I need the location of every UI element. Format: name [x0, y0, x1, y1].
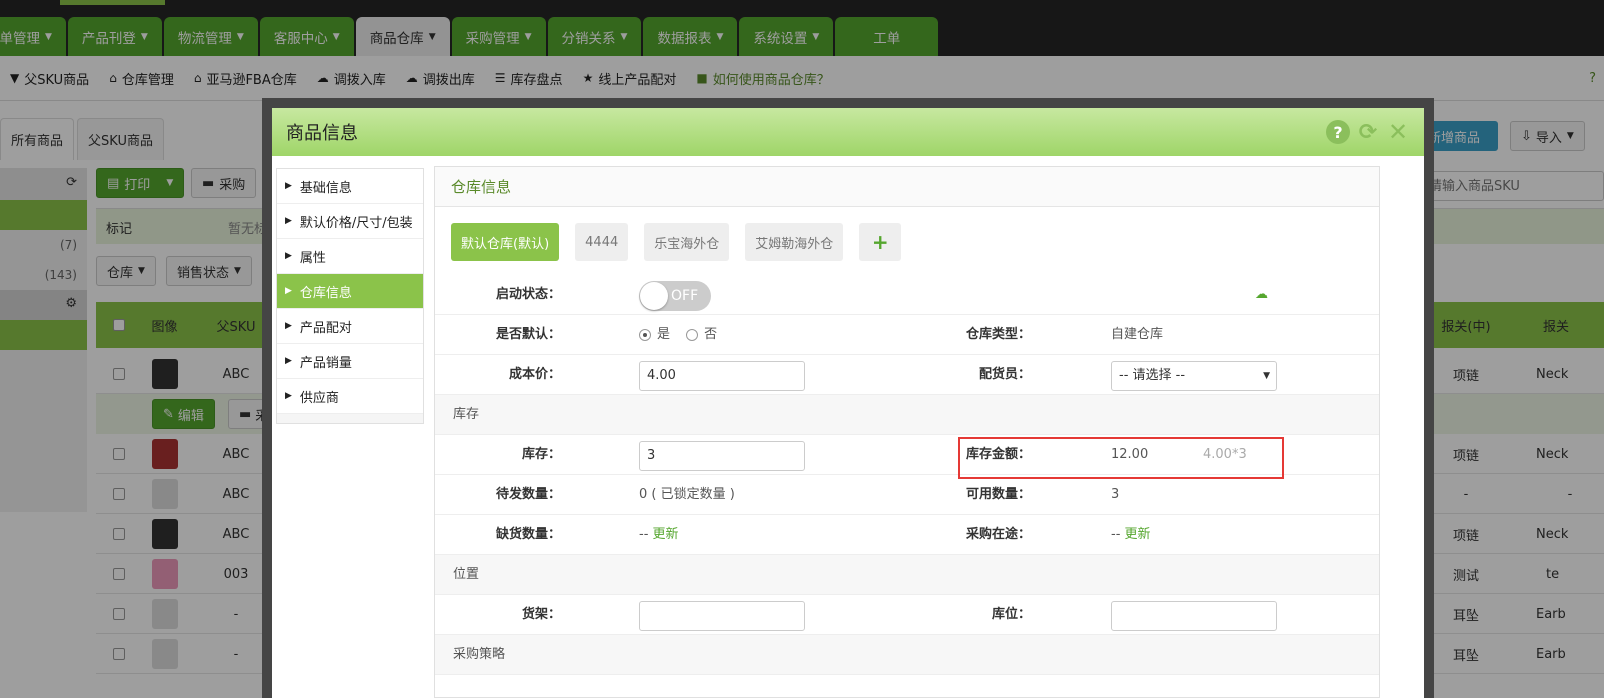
warehouse-tabs: 默认仓库(默认) 4444 乐宝海外仓 艾姆勒海外仓 +	[451, 223, 917, 261]
in-transit-label: 采购在途：	[965, 527, 1031, 542]
warehouse-info-panel: 仓库信息 默认仓库(默认) 4444 乐宝海外仓 艾姆勒海外仓 + 启动状态： …	[434, 166, 1380, 698]
question-icon[interactable]: ?	[1326, 120, 1350, 144]
stock-section-title: 库存	[435, 395, 1379, 435]
in-transit-value: -- 更新	[1111, 527, 1151, 542]
pending-qty-label: 待发数量：	[495, 487, 561, 502]
modal-header: 商品信息 ? ⟳ ✕	[272, 108, 1424, 156]
shortage-qty-label: 缺货数量：	[495, 527, 561, 542]
stock-label: 库存：	[521, 447, 561, 462]
shelf-label: 货架：	[521, 607, 561, 622]
warehouse-type-value: 自建仓库	[1111, 327, 1164, 342]
caret-right-icon: ▶	[285, 321, 292, 331]
available-qty-value: 3	[1111, 487, 1120, 502]
enable-status-label: 启动状态：	[495, 287, 561, 302]
nav-product-pairing[interactable]: ▶ 产品配对	[277, 309, 423, 344]
close-icon[interactable]: ✕	[1386, 118, 1410, 146]
warehouse-tab-lebao[interactable]: 乐宝海外仓	[644, 223, 730, 261]
nav-supplier[interactable]: ▶ 供应商	[277, 379, 423, 414]
nav-attributes[interactable]: ▶ 属性	[277, 239, 423, 274]
caret-right-icon: ▶	[285, 216, 292, 226]
is-default-label: 是否默认：	[495, 327, 561, 342]
cost-price-label: 成本价：	[508, 367, 561, 382]
warehouse-tab-4444[interactable]: 4444	[575, 223, 629, 261]
is-default-radios: 是 否	[639, 315, 717, 355]
highlight-box	[958, 437, 1284, 479]
stock-input[interactable]: 3	[639, 441, 805, 471]
bin-input[interactable]	[1111, 601, 1277, 631]
caret-right-icon: ▶	[285, 391, 292, 401]
radio-yes[interactable]	[639, 328, 651, 341]
add-warehouse-button[interactable]: +	[859, 223, 902, 261]
nav-basic-info[interactable]: ▶ 基础信息	[277, 169, 423, 204]
caret-right-icon: ▶	[285, 286, 292, 296]
picker-select[interactable]: -- 请选择 -- ▼	[1111, 361, 1277, 391]
modal-title: 商品信息	[286, 123, 358, 144]
shortage-qty-value: -- 更新	[639, 527, 679, 542]
cloud-upload-icon: ☁	[1255, 287, 1268, 302]
warehouse-tab-default[interactable]: 默认仓库(默认)	[451, 223, 560, 261]
picker-label: 配货员：	[978, 367, 1031, 382]
caret-down-icon: ▼	[1263, 371, 1270, 381]
in-transit-update-link[interactable]: 更新	[1125, 527, 1151, 542]
caret-right-icon: ▶	[285, 356, 292, 366]
nav-default-price[interactable]: ▶ 默认价格/尺寸/包装	[277, 204, 423, 239]
location-section-title: 位置	[435, 555, 1379, 595]
radio-no[interactable]	[686, 328, 699, 341]
available-qty-label: 可用数量：	[965, 487, 1031, 502]
bin-label: 库位：	[991, 607, 1031, 622]
warehouse-tab-aimule[interactable]: 艾姆勒海外仓	[745, 223, 844, 261]
nav-product-sales[interactable]: ▶ 产品销量	[277, 344, 423, 379]
section-title: 仓库信息	[435, 167, 1379, 207]
shortage-update-link[interactable]: 更新	[653, 527, 679, 542]
import-existing-info-link[interactable]: ☁	[1255, 275, 1272, 315]
modal-left-nav: ▶ 基础信息 ▶ 默认价格/尺寸/包装 ▶ 属性 ▶ 仓库信息 ▶ 产品配对 ▶ 产品销量 …	[276, 168, 424, 424]
caret-right-icon: ▶	[285, 251, 292, 261]
warehouse-type-label: 仓库类型：	[965, 327, 1031, 342]
refresh-icon[interactable]: ⟳	[1356, 120, 1380, 145]
nav-warehouse-info[interactable]: ▶ 仓库信息	[277, 274, 423, 309]
enable-status-toggle[interactable]: OFF	[639, 281, 711, 311]
product-info-modal: 商品信息 ? ⟳ ✕ ▶ 基础信息 ▶ 默认价格/尺寸/包装 ▶ 属性 ▶ 仓库信息 ▶…	[272, 108, 1424, 698]
pending-qty-value: 0 ( 已锁定数量 )	[639, 487, 735, 502]
cost-price-input[interactable]: 4.00	[639, 361, 805, 391]
caret-right-icon: ▶	[285, 181, 292, 191]
purchase-strategy-title: 采购策略	[435, 635, 1379, 675]
shelf-input[interactable]	[639, 601, 805, 631]
